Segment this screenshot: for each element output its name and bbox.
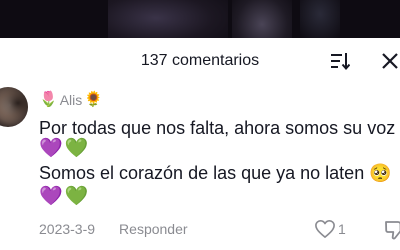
- comment-hearts: 💜💚: [39, 186, 91, 207]
- thumbs-down-icon[interactable]: [384, 219, 400, 241]
- close-icon[interactable]: [380, 51, 400, 71]
- reply-button[interactable]: Responder: [119, 221, 188, 237]
- sort-icon[interactable]: [330, 51, 350, 71]
- avatar-shading: [0, 87, 28, 127]
- like-count: 1: [338, 221, 346, 237]
- comments-header: 137 comentarios: [0, 38, 400, 84]
- comment-date: 2023-3-9: [39, 221, 96, 237]
- video-frame-shape: [108, 0, 228, 38]
- comment-meta: 2023-3-9 Responder: [39, 221, 188, 237]
- comment-username[interactable]: 🌷 Alis 🌻: [39, 91, 103, 109]
- comment-text-line: Somos el corazón de las que ya no laten …: [39, 163, 392, 183]
- username-text: Alis: [59, 92, 83, 108]
- heart-outline-icon[interactable]: [314, 219, 336, 239]
- avatar[interactable]: [0, 87, 28, 127]
- comment-hearts: 💜💚: [39, 138, 91, 159]
- video-frame-shape: [232, 0, 292, 38]
- comment-text-line: Por todas que nos falta, ahora somos su …: [39, 118, 396, 138]
- video-frame-shape: [300, 0, 340, 38]
- video-preview-strip[interactable]: [0, 0, 400, 38]
- sunflower-emoji: 🌻: [84, 91, 103, 108]
- tulip-emoji: 🌷: [39, 91, 58, 108]
